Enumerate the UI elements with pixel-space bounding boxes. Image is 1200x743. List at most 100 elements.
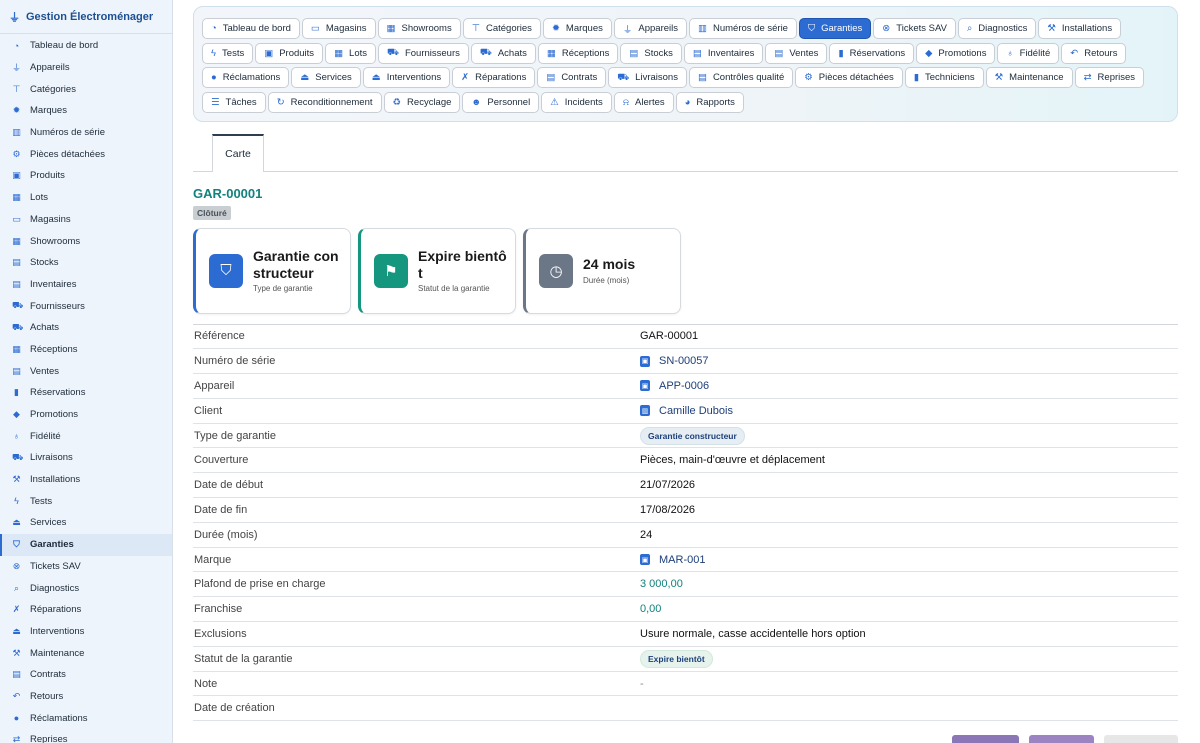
nav-button-lots[interactable]: ▦ Lots	[325, 42, 377, 64]
nav-button-reconditionnement[interactable]: ↻ Reconditionnement	[267, 91, 382, 113]
nav-button-personnel[interactable]: ☻ Personnel	[462, 91, 540, 113]
nav-button-interventions[interactable]: ⏏ Interventions	[362, 67, 451, 88]
nav-button-fournisseurs[interactable]: ⛟ Fournisseurs	[378, 42, 469, 64]
nav-button-contrats[interactable]: ▤ Contrats	[537, 67, 607, 88]
nav-button-categories[interactable]: ⊤ Catégories	[462, 18, 541, 39]
field-label: Exclusions	[194, 627, 247, 640]
nav-button-produits[interactable]: ▣ Produits	[255, 42, 324, 64]
sidebar-item-maintenance[interactable]: ⚒ Maintenance	[0, 642, 172, 664]
sidebar-item-lots[interactable]: ▦ Lots	[0, 187, 172, 209]
action-button-primary[interactable]	[952, 735, 1019, 743]
sidebar-item-appareils[interactable]: ⏚ Appareils	[0, 57, 172, 79]
nav-button-retours[interactable]: ↶ Retours	[1061, 42, 1127, 64]
nav-button-showrooms[interactable]: ▦ Showrooms	[377, 18, 461, 39]
nav-button-diagnostics[interactable]: ⌕ Diagnostics	[957, 18, 1037, 39]
nav-button-tableau-de-bord[interactable]: ◔ Tableau de bord	[202, 18, 300, 39]
sidebar-item-ventes[interactable]: ▤ Ventes	[0, 360, 172, 382]
sidebar-item-showrooms[interactable]: ▦ Showrooms	[0, 230, 172, 252]
sidebar-item-promotions[interactable]: ◆ Promotions	[0, 404, 172, 426]
sidebar-item-tickets-sav[interactable]: ⊗ Tickets SAV	[0, 556, 172, 578]
nav-button-marques[interactable]: ✹ Marques	[542, 18, 612, 39]
sidebar-item-tableau-de-bord[interactable]: ◔ Tableau de bord	[0, 35, 172, 57]
field-link-text[interactable]: Camille Dubois	[659, 405, 733, 417]
field-value[interactable]: ▥ Camille Dubois	[640, 405, 733, 417]
sidebar-item-categories[interactable]: ⊤ Catégories	[0, 78, 172, 100]
action-button-disabled[interactable]	[1104, 735, 1178, 743]
nav-button-maintenance[interactable]: ⚒ Maintenance	[985, 67, 1073, 88]
sidebar-item-reclamations[interactable]: ● Réclamations	[0, 707, 172, 729]
nav-button-reparations[interactable]: ✗ Réparations	[452, 67, 536, 88]
nav-button-receptions[interactable]: ▦ Réceptions	[537, 42, 619, 64]
sidebar-item-receptions[interactable]: ▦ Réceptions	[0, 339, 172, 361]
action-button-secondary[interactable]	[1029, 735, 1094, 743]
nav-button-achats[interactable]: ⛟ Achats	[470, 42, 536, 64]
tab-carte[interactable]: Carte	[212, 133, 264, 172]
cog-icon: ⚙	[12, 148, 21, 159]
sidebar-item-tests[interactable]: ϟ Tests	[0, 490, 172, 512]
nav-button-promotions[interactable]: ◆ Promotions	[916, 42, 996, 64]
nav-button-pieces-detachees[interactable]: ⚙ Pièces détachées	[795, 67, 903, 88]
sidebar-item-livraisons[interactable]: ⛟ Livraisons	[0, 447, 172, 469]
nav-button-reservations[interactable]: ▮ Réservations	[829, 42, 915, 64]
nav-button-label: Réclamations	[222, 72, 281, 83]
sidebar-item-achats[interactable]: ⛟ Achats	[0, 317, 172, 339]
nav-button-appareils[interactable]: ⏚ Appareils	[613, 18, 687, 39]
summary-card-text: Expire bientôt Statut de la garantie	[418, 248, 508, 292]
sidebar-item-interventions[interactable]: ⏏ Interventions	[0, 621, 172, 643]
nav-button-tickets-sav[interactable]: ⊗ Tickets SAV	[873, 18, 956, 39]
nav-button-tests[interactable]: ϟ Tests	[202, 42, 254, 64]
nav-button-rapports[interactable]: ◕ Rapports	[675, 91, 744, 113]
field-label: Plafond de prise en charge	[194, 578, 326, 591]
field-link-text[interactable]: SN-00057	[659, 355, 709, 367]
nav-button-numeros-de-serie[interactable]: ▥ Numéros de série	[689, 18, 797, 39]
nav-button-reclamations[interactable]: ● Réclamations	[202, 67, 290, 88]
nav-button-garanties[interactable]: ⛉ Garanties	[798, 18, 872, 39]
nav-button-livraisons[interactable]: ⛟ Livraisons	[608, 67, 687, 88]
helmet-icon: ⏏	[371, 72, 381, 83]
nav-button-incidents[interactable]: ⚠ Incidents	[541, 91, 612, 113]
field-link-text[interactable]: APP-0006	[659, 380, 709, 392]
sidebar-item-installations[interactable]: ⚒ Installations	[0, 469, 172, 491]
sidebar-item-services[interactable]: ⏏ Services	[0, 512, 172, 534]
nav-button-magasins[interactable]: ▭ Magasins	[301, 18, 376, 39]
sidebar-item-magasins[interactable]: ▭ Magasins	[0, 209, 172, 231]
nav-button-services[interactable]: ⏏ Services	[291, 67, 361, 88]
field-link-text[interactable]: MAR-001	[659, 554, 705, 566]
nav-button-ventes[interactable]: ▤ Ventes	[765, 42, 828, 64]
sidebar-item-stocks[interactable]: ▤ Stocks	[0, 252, 172, 274]
sidebar-item-fidelite[interactable]: ♁ Fidélité	[0, 425, 172, 447]
nav-button-label: Alertes	[635, 96, 665, 108]
sidebar-item-fournisseurs[interactable]: ⛟ Fournisseurs	[0, 295, 172, 317]
sidebar-item-inventaires[interactable]: ▤ Inventaires	[0, 274, 172, 296]
nav-button-installations[interactable]: ⚒ Installations	[1038, 18, 1122, 39]
nav-button-taches[interactable]: ☰ Tâches	[202, 91, 266, 113]
nav-button-techniciens[interactable]: ▮ Techniciens	[904, 67, 984, 88]
field-row-note: Note -	[193, 672, 1178, 697]
sidebar-item-reprises[interactable]: ⇄ Reprises	[0, 729, 172, 743]
field-value[interactable]: ▣ SN-00057	[640, 355, 709, 367]
sidebar-item-numeros-de-serie[interactable]: ▥ Numéros de série	[0, 122, 172, 144]
sidebar-item-diagnostics[interactable]: ⌕ Diagnostics	[0, 577, 172, 599]
sidebar-item-pieces-detachees[interactable]: ⚙ Pièces détachées	[0, 143, 172, 165]
sidebar-item-label: Magasins	[30, 213, 71, 225]
field-value: Garantie constructeur	[640, 426, 745, 445]
field-row-statut-de-la-garantie: Statut de la garantie Expire bientôt	[193, 647, 1178, 672]
nav-button-controles-qualite[interactable]: ▤ Contrôles qualité	[688, 67, 794, 88]
sidebar-item-reservations[interactable]: ▮ Réservations	[0, 382, 172, 404]
sidebar-item-label: Pièces détachées	[30, 148, 105, 160]
sidebar-item-reparations[interactable]: ✗ Réparations	[0, 599, 172, 621]
sidebar-item-retours[interactable]: ↶ Retours	[0, 686, 172, 708]
nav-button-stocks[interactable]: ▤ Stocks	[620, 42, 682, 64]
nav-button-inventaires[interactable]: ▤ Inventaires	[683, 42, 764, 64]
nav-button-alertes[interactable]: ⍾ Alertes	[613, 91, 674, 113]
sidebar-item-garanties[interactable]: ⛉ Garanties	[0, 533, 172, 556]
nav-button-recyclage[interactable]: ♻ Recyclage	[383, 91, 461, 113]
nav-button-reprises[interactable]: ⇄ Reprises	[1074, 67, 1145, 88]
nav-button-fidelite[interactable]: ♁ Fidélité	[997, 42, 1060, 64]
sidebar-item-produits[interactable]: ▣ Produits	[0, 165, 172, 187]
app-title[interactable]: ⏚ Gestion Électroménager	[0, 0, 172, 34]
sidebar-item-marques[interactable]: ✹ Marques	[0, 100, 172, 122]
field-value[interactable]: ▣ APP-0006	[640, 380, 709, 392]
field-value[interactable]: ▣ MAR-001	[640, 554, 705, 566]
sidebar-item-contrats[interactable]: ▤ Contrats	[0, 664, 172, 686]
